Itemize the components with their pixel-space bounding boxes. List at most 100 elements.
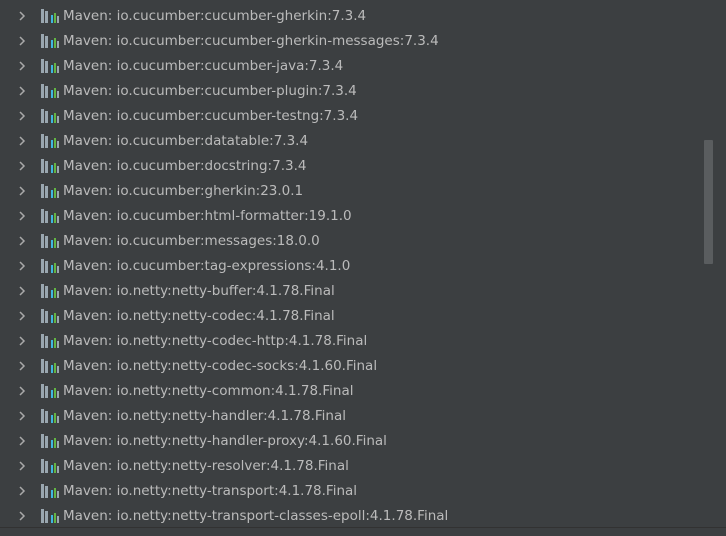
tree-node-artifact: netty-transport:4.1.78.Final [171,482,358,499]
library-icon [40,58,59,74]
chevron-right-icon[interactable] [17,35,27,46]
library-icon [40,508,59,524]
vertical-scrollbar[interactable] [704,140,713,264]
tree-node-group: io.netty: [116,307,172,324]
tree-node-group: io.netty: [116,432,172,449]
tree-node-group: io.cucumber: [116,107,205,124]
library-icon [40,333,59,349]
chevron-right-icon[interactable] [17,435,27,446]
external-libraries-panel: Maven: io.cucumber:cucumber-gherkin:7.3.… [0,0,726,536]
tree-node[interactable]: Maven: io.netty:netty-resolver:4.1.78.Fi… [0,453,712,478]
tree-node-label: Maven: io.netty:netty-resolver:4.1.78.Fi… [63,458,349,474]
tree-node-prefix: Maven: [63,107,117,124]
library-icon [40,283,59,299]
tree-node-artifact: netty-common:4.1.78.Final [171,382,354,399]
tree-node[interactable]: Maven: io.cucumber:html-formatter:19.1.0 [0,203,712,228]
tree-node[interactable]: Maven: io.netty:netty-codec-http:4.1.78.… [0,328,712,353]
tree-node-label: Maven: io.cucumber:gherkin:23.0.1 [63,183,303,199]
tree-node-label: Maven: io.cucumber:cucumber-gherkin-mess… [63,33,439,49]
tree-node[interactable]: Maven: io.netty:netty-transport:4.1.78.F… [0,478,712,503]
tree-node[interactable]: Maven: io.netty:netty-handler-proxy:4.1.… [0,428,712,453]
tree-node[interactable]: Maven: io.cucumber:docstring:7.3.4 [0,153,712,178]
chevron-right-icon[interactable] [17,360,27,371]
tree-node-artifact: cucumber-plugin:7.3.4 [204,82,357,99]
chevron-right-icon[interactable] [17,385,27,396]
chevron-right-icon[interactable] [17,10,27,21]
tree-node-prefix: Maven: [63,157,117,174]
tree-node-prefix: Maven: [63,7,117,24]
tree-node[interactable]: Maven: io.cucumber:cucumber-gherkin-mess… [0,28,712,53]
tree-node-group: io.cucumber: [116,182,205,199]
chevron-right-icon[interactable] [17,185,27,196]
tree-node-artifact: cucumber-java:7.3.4 [204,57,344,74]
tree-node-prefix: Maven: [63,182,117,199]
library-tree: Maven: io.cucumber:cucumber-gherkin:7.3.… [0,3,712,528]
tree-node-artifact: netty-codec:4.1.78.Final [171,307,335,324]
tree-node-label: Maven: io.cucumber:docstring:7.3.4 [63,158,306,174]
tree-node-prefix: Maven: [63,82,117,99]
chevron-right-icon[interactable] [17,110,27,121]
library-icon [40,158,59,174]
tree-node[interactable]: Maven: io.cucumber:messages:18.0.0 [0,228,712,253]
tree-node-group: io.cucumber: [116,7,205,24]
chevron-right-icon[interactable] [17,260,27,271]
library-icon [40,233,59,249]
chevron-right-icon[interactable] [17,85,27,96]
tree-node[interactable]: Maven: io.netty:netty-buffer:4.1.78.Fina… [0,278,712,303]
tree-node[interactable]: Maven: io.cucumber:gherkin:23.0.1 [0,178,712,203]
tree-node-label: Maven: io.netty:netty-handler-proxy:4.1.… [63,433,387,449]
tree-node-label: Maven: io.netty:netty-common:4.1.78.Fina… [63,383,353,399]
tree-node-group: io.netty: [116,407,172,424]
tree-node-group: io.netty: [116,507,172,524]
library-icon [40,33,59,49]
tree-node-label: Maven: io.netty:netty-transport-classes-… [63,508,448,524]
tree-node-prefix: Maven: [63,357,117,374]
tree-node-prefix: Maven: [63,382,117,399]
chevron-right-icon[interactable] [17,60,27,71]
chevron-right-icon[interactable] [17,510,27,521]
tree-node[interactable]: Maven: io.netty:netty-common:4.1.78.Fina… [0,378,712,403]
tree-node-artifact: cucumber-testng:7.3.4 [204,107,359,124]
chevron-right-icon[interactable] [17,210,27,221]
tree-node[interactable]: Maven: io.cucumber:datatable:7.3.4 [0,128,712,153]
tree-node-prefix: Maven: [63,207,117,224]
bottom-edge [0,527,726,536]
chevron-right-icon[interactable] [17,310,27,321]
tree-node[interactable]: Maven: io.netty:netty-handler:4.1.78.Fin… [0,403,712,428]
tree-node-label: Maven: io.netty:netty-codec:4.1.78.Final [63,308,335,324]
chevron-right-icon[interactable] [17,485,27,496]
tree-node-label: Maven: io.cucumber:tag-expressions:4.1.0 [63,258,350,274]
tree-node[interactable]: Maven: io.netty:netty-transport-classes-… [0,503,712,528]
tree-node-label: Maven: io.cucumber:cucumber-plugin:7.3.4 [63,83,357,99]
tree-node[interactable]: Maven: io.cucumber:cucumber-gherkin:7.3.… [0,3,712,28]
tree-node-prefix: Maven: [63,282,117,299]
tree-node-artifact: netty-resolver:4.1.78.Final [171,457,349,474]
tree-node-label: Maven: io.netty:netty-buffer:4.1.78.Fina… [63,283,335,299]
tree-node[interactable]: Maven: io.cucumber:cucumber-java:7.3.4 [0,53,712,78]
chevron-right-icon[interactable] [17,235,27,246]
tree-node-prefix: Maven: [63,132,117,149]
tree-node-prefix: Maven: [63,407,117,424]
chevron-right-icon[interactable] [17,460,27,471]
tree-node-group: io.netty: [116,457,172,474]
tree-node-artifact: netty-handler-proxy:4.1.60.Final [171,432,387,449]
tree-node-group: io.netty: [116,357,172,374]
tree-node-label: Maven: io.cucumber:cucumber-java:7.3.4 [63,58,343,74]
library-icon [40,258,59,274]
chevron-right-icon[interactable] [17,335,27,346]
tree-node[interactable]: Maven: io.cucumber:tag-expressions:4.1.0 [0,253,712,278]
chevron-right-icon[interactable] [17,285,27,296]
tree-node[interactable]: Maven: io.netty:netty-codec-socks:4.1.60… [0,353,712,378]
tree-node[interactable]: Maven: io.cucumber:cucumber-testng:7.3.4 [0,103,712,128]
library-icon [40,433,59,449]
chevron-right-icon[interactable] [17,135,27,146]
tree-node-label: Maven: io.cucumber:messages:18.0.0 [63,233,320,249]
chevron-right-icon[interactable] [17,410,27,421]
tree-node[interactable]: Maven: io.cucumber:cucumber-plugin:7.3.4 [0,78,712,103]
library-icon [40,483,59,499]
tree-node-prefix: Maven: [63,257,117,274]
tree-node[interactable]: Maven: io.netty:netty-codec:4.1.78.Final [0,303,712,328]
library-icon [40,408,59,424]
tree-node-label: Maven: io.cucumber:datatable:7.3.4 [63,133,308,149]
chevron-right-icon[interactable] [17,160,27,171]
